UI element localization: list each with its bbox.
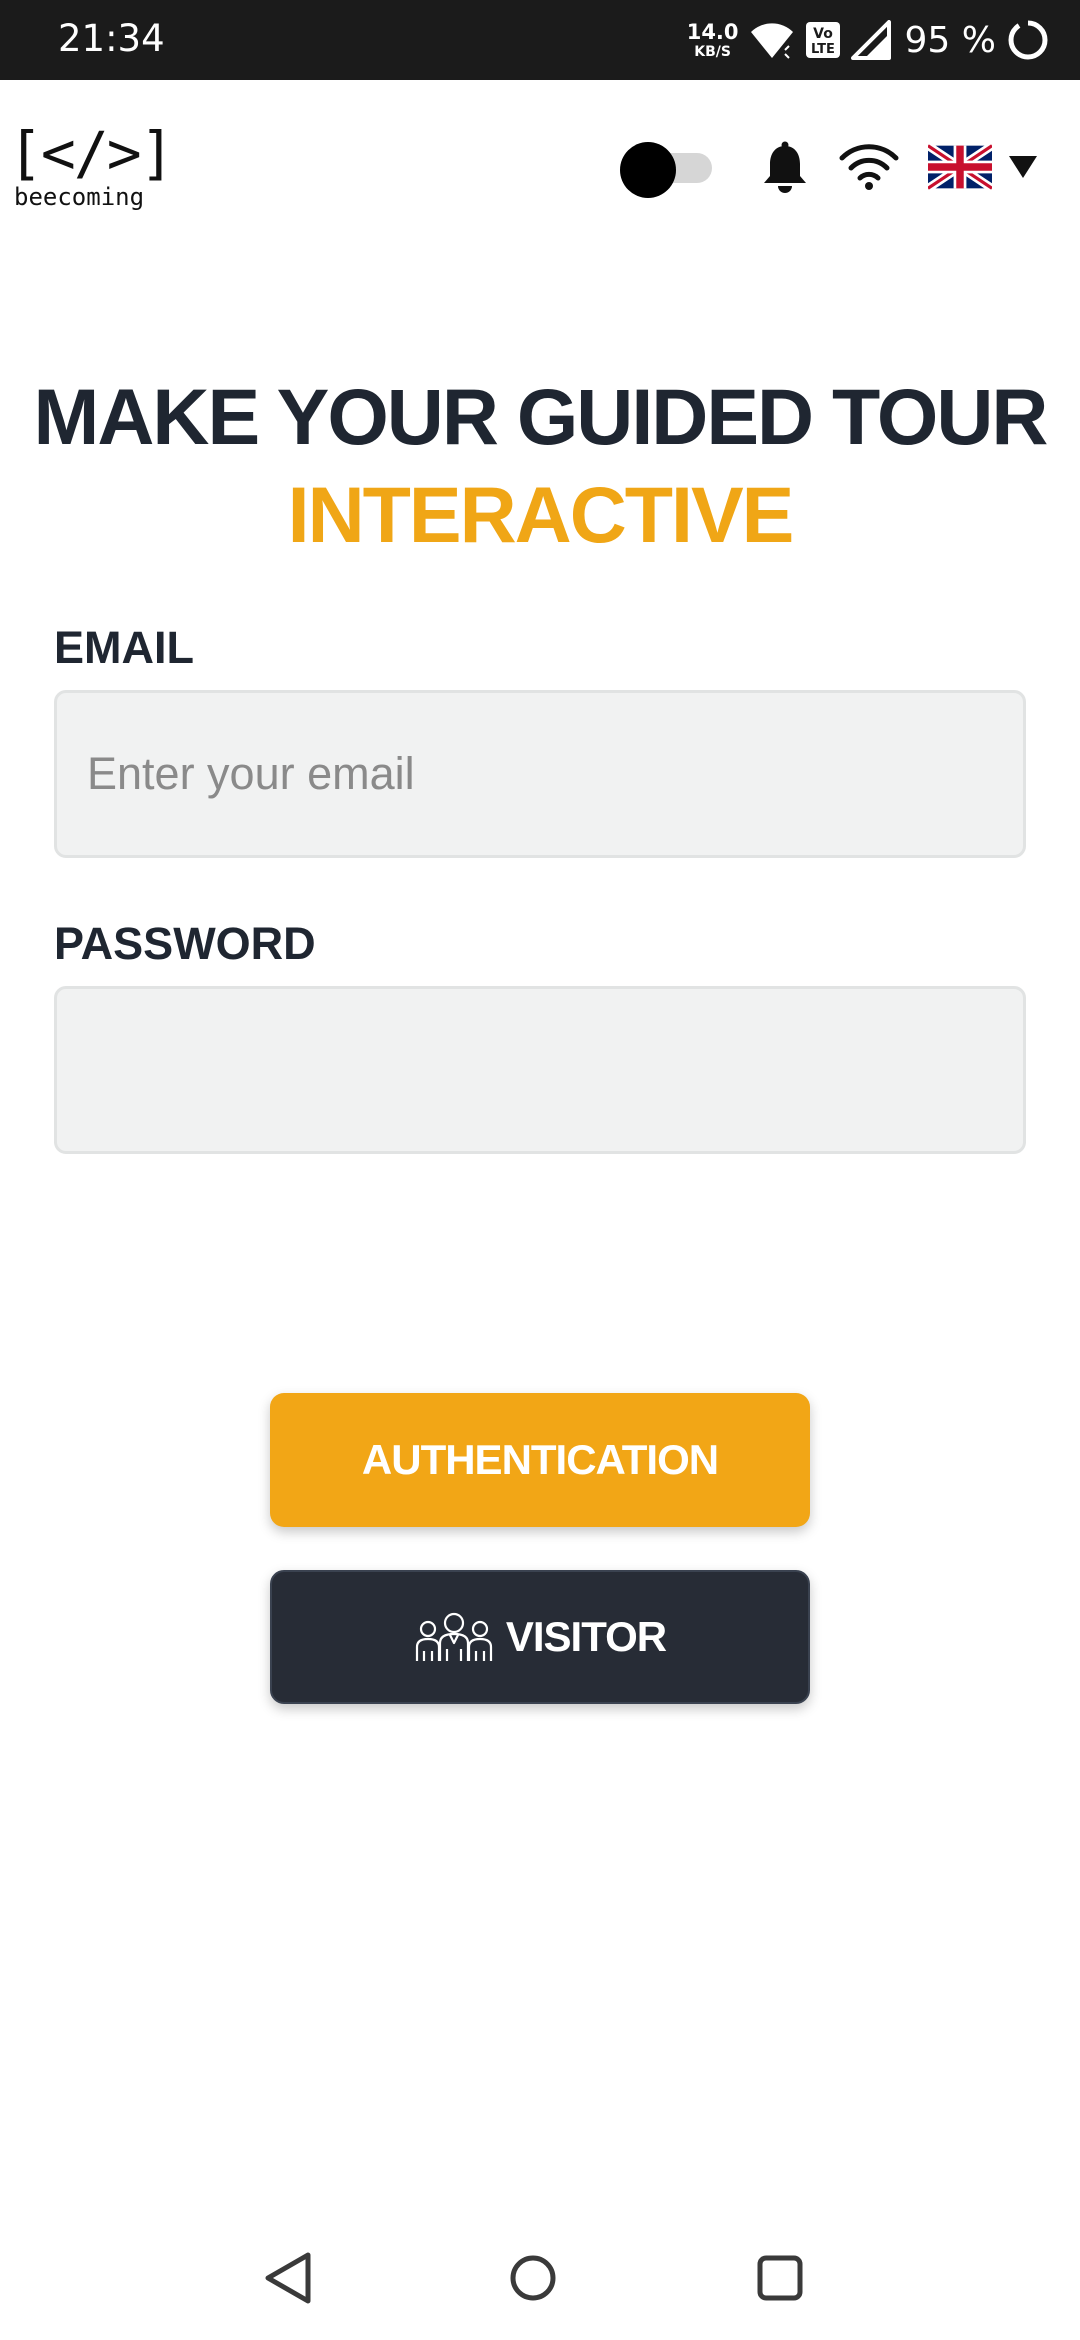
logo-mark: [</>] xyxy=(8,119,175,187)
status-time: 21:34 xyxy=(58,17,165,60)
network-speed: 14.0 KB/S xyxy=(686,19,739,60)
back-icon[interactable] xyxy=(262,2250,314,2306)
caret-down-icon[interactable] xyxy=(1008,155,1038,179)
password-input[interactable] xyxy=(54,986,1026,1154)
wifi-icon xyxy=(750,23,793,59)
uk-flag-icon[interactable] xyxy=(928,143,992,191)
battery-ring-icon xyxy=(1008,20,1048,60)
status-icons: 14.0 KB/S Vo LTE 95 % xyxy=(687,14,1050,66)
headline-line1: MAKE YOUR GUIDED TOUR xyxy=(33,372,1049,461)
bell-icon[interactable] xyxy=(758,140,812,196)
authentication-button[interactable]: AUTHENTICATION xyxy=(270,1393,810,1527)
visitor-button-label: VISITOR xyxy=(505,1613,667,1660)
network-speed-value: 14.0 xyxy=(686,19,739,44)
visitor-button[interactable]: VISITOR xyxy=(270,1570,810,1704)
battery-percent: 95 % xyxy=(904,19,996,61)
volte-top-label: Vo xyxy=(813,26,833,42)
network-speed-unit: KB/S xyxy=(694,43,731,60)
email-input[interactable] xyxy=(54,690,1026,858)
wifi-icon[interactable] xyxy=(838,142,900,192)
toggle-knob xyxy=(620,142,676,198)
status-bar: 21:34 14.0 KB/S Vo LTE 95 % xyxy=(0,0,1080,80)
page-headline: MAKE YOUR GUIDED TOUR INTERACTIVE xyxy=(0,368,1080,564)
group-people-icon xyxy=(415,1612,492,1661)
headline-line2: INTERACTIVE xyxy=(287,470,795,559)
recents-icon[interactable] xyxy=(756,2254,804,2302)
home-icon[interactable] xyxy=(508,2253,558,2303)
authentication-button-label: AUTHENTICATION xyxy=(361,1436,719,1483)
logo-text: beecoming xyxy=(14,183,145,211)
volte-bottom-label: LTE xyxy=(811,42,835,57)
theme-toggle[interactable] xyxy=(620,142,712,198)
app-logo: [</>] beecoming xyxy=(8,119,175,211)
email-label: EMAIL xyxy=(54,622,194,673)
volte-icon: Vo LTE xyxy=(805,22,840,58)
signal-icon xyxy=(850,20,891,60)
password-label: PASSWORD xyxy=(54,918,316,969)
